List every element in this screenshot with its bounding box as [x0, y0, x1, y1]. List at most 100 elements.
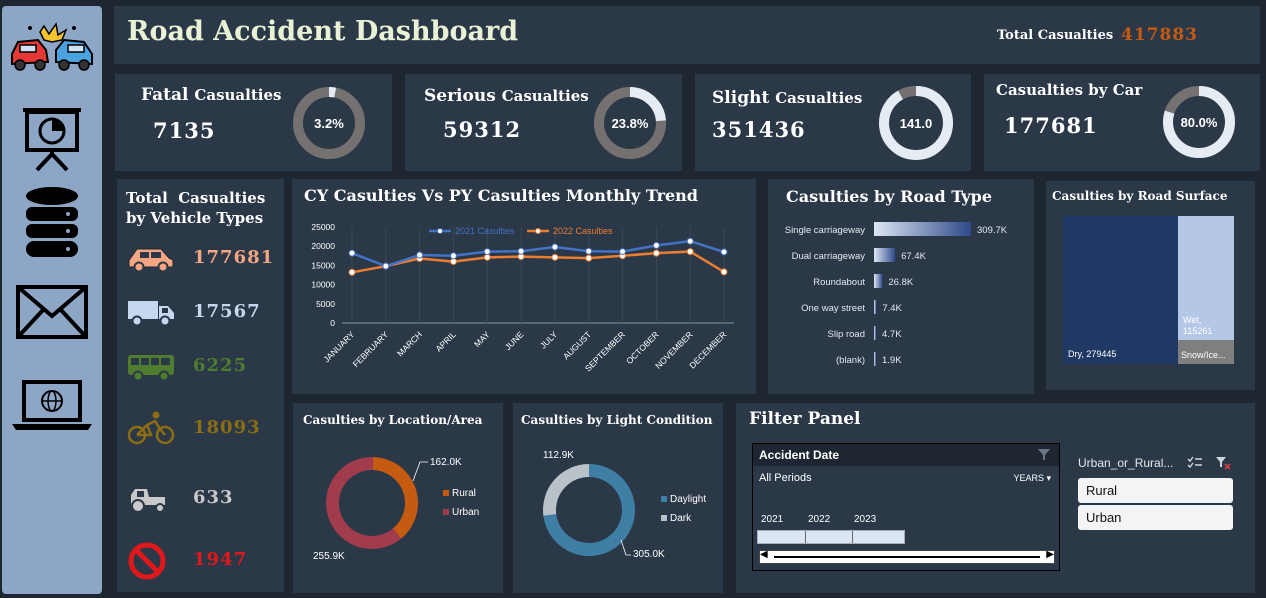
bicycle-icon — [127, 411, 175, 445]
surface-label: Wet, — [1183, 315, 1202, 325]
vehicle-value: 18093 — [193, 417, 261, 438]
data-point — [382, 262, 390, 270]
monthly-trend-chart: 25000 20000 15000 10000 5000 0JANUARYFEBRUARY… — [311, 222, 734, 373]
surface-label: Dry, 279445 — [1068, 349, 1117, 359]
clear-filter-icon[interactable] — [1037, 448, 1051, 462]
x-tick-label: JUNE — [503, 329, 526, 352]
kpi-title: Casualties by Car — [996, 81, 1143, 99]
years-dropdown[interactable]: YEARS ▾ — [1013, 473, 1051, 484]
x-tick-label: AUGUST — [561, 329, 593, 361]
kpi-value: 351436 — [712, 117, 806, 142]
timeline-selection-bar[interactable] — [757, 530, 905, 544]
total-casualties-value: 417883 — [1121, 25, 1198, 45]
clear-filter-icon[interactable] — [1215, 456, 1231, 470]
timeline-scrollbar[interactable]: ◀ ▶ — [759, 549, 1055, 564]
vehicle-row-bus: 6225 — [117, 347, 285, 387]
road-type-label: Slip road — [828, 329, 866, 340]
road-type-label: (blank) — [836, 355, 865, 366]
data-point — [720, 268, 728, 276]
kpi-subtitle: Casualties — [194, 86, 282, 104]
data-point — [652, 249, 660, 257]
header-bar: Road Accident Dashboard Total Casualties… — [114, 6, 1260, 64]
data-point — [585, 254, 593, 262]
scroll-left-icon[interactable]: ◀ — [760, 549, 768, 560]
timeline-title: Accident Date — [759, 448, 840, 462]
x-tick-label: MAY — [472, 329, 492, 349]
page-title: Road Accident Dashboard — [127, 16, 519, 47]
surface-tile-snow: Snow/Ice... — [1178, 340, 1234, 364]
slicer-option-urban[interactable]: Urban — [1078, 505, 1233, 530]
series-line — [351, 250, 725, 274]
urban-rural-slicer: Urban_or_Rural... Rural Urban — [1070, 443, 1240, 573]
data-point — [686, 237, 694, 245]
surface-tile-wet: Wet, 115261 — [1178, 216, 1234, 340]
kpi-percent: 23.8% — [612, 116, 649, 131]
data-point — [449, 252, 457, 260]
vehicle-row-tractor: 633 — [117, 479, 285, 519]
kpi-percent: 141.0 — [900, 116, 933, 131]
vehicle-row-other: 1947 — [117, 541, 285, 581]
y-tick-label: 10000 — [311, 280, 335, 290]
legend-swatch — [443, 509, 449, 515]
kpi-donut: 80.0% — [1163, 86, 1235, 158]
road-type-bar — [874, 300, 877, 314]
legend-swatch — [661, 496, 667, 502]
surface-value: 115261 — [1183, 326, 1213, 336]
kpi-subtitle: Casualties — [501, 87, 589, 105]
slicer-option-rural[interactable]: Rural — [1078, 478, 1233, 503]
kpi-value: 7135 — [153, 118, 216, 143]
filter-panel-title: Filter Panel — [749, 409, 861, 429]
donut-value-label: 162.0K — [430, 457, 462, 468]
road-type-value: 7.4K — [882, 303, 902, 314]
car-crash-icon[interactable] — [6, 20, 98, 78]
accident-date-timeline[interactable]: Accident Date All Periods YEARS ▾ 2021 2… — [752, 443, 1060, 571]
road-type-label: Single carriageway — [785, 225, 866, 236]
scroll-right-icon[interactable]: ▶ — [1046, 549, 1054, 560]
legend-label: 2022 Casulties — [553, 226, 613, 236]
kpi-card-slight: Slight Casualties 351436 141.0 — [695, 74, 971, 171]
legend-marker — [437, 228, 443, 234]
vehicle-row-truck: 17567 — [117, 293, 285, 333]
database-icon[interactable] — [24, 186, 80, 260]
kpi-donut: 3.2% — [293, 87, 365, 159]
year-label-2023: 2023 — [854, 514, 877, 525]
x-tick-label: APRIL — [433, 329, 458, 354]
surface-tile-dry: Dry, 279445 — [1063, 216, 1178, 364]
kpi-title: Serious — [424, 86, 496, 106]
vehicle-value: 1947 — [193, 549, 248, 570]
total-casualties-label: Total Casualties — [997, 28, 1114, 43]
mail-icon[interactable] — [15, 284, 89, 340]
legend-label: Rural — [452, 488, 476, 499]
multi-select-icon[interactable] — [1187, 456, 1203, 470]
road-type-bar — [874, 274, 883, 288]
kpi-value: 177681 — [1004, 113, 1098, 138]
legend-label: Dark — [670, 513, 692, 524]
x-tick-label: JULY — [538, 329, 560, 351]
legend-marker — [535, 228, 541, 234]
kpi-subtitle: Casualties — [775, 89, 863, 107]
kpi-title: Fatal — [141, 85, 189, 105]
location-panel: Casulties by Location/Area 162.0K 255.9K R… — [293, 403, 503, 593]
y-tick-label: 20000 — [311, 241, 335, 251]
road-type-value: 67.4K — [901, 251, 926, 262]
car-icon — [128, 248, 174, 273]
legend-swatch — [443, 490, 449, 496]
data-point — [652, 241, 660, 249]
presentation-chart-icon[interactable] — [17, 104, 87, 174]
data-point — [416, 251, 424, 259]
road-type-bar — [874, 326, 876, 340]
legend-label: Daylight — [670, 494, 706, 505]
data-point — [449, 258, 457, 266]
legend-swatch — [661, 515, 667, 521]
laptop-globe-icon[interactable] — [10, 378, 94, 432]
truck-icon — [128, 301, 174, 327]
vehicle-value: 17567 — [193, 301, 261, 322]
road-type-label: One way street — [801, 303, 865, 314]
kpi-value: 59312 — [443, 117, 522, 142]
kpi-percent: 3.2% — [314, 116, 344, 131]
y-tick-label: 15000 — [311, 260, 335, 270]
road-surface-title: Casulties by Road Surface — [1052, 189, 1228, 203]
vehicle-types-title: Total Casualties by Vehicle Types — [126, 189, 266, 227]
road-type-value: 1.9K — [882, 355, 902, 366]
donut-slice — [543, 464, 589, 516]
